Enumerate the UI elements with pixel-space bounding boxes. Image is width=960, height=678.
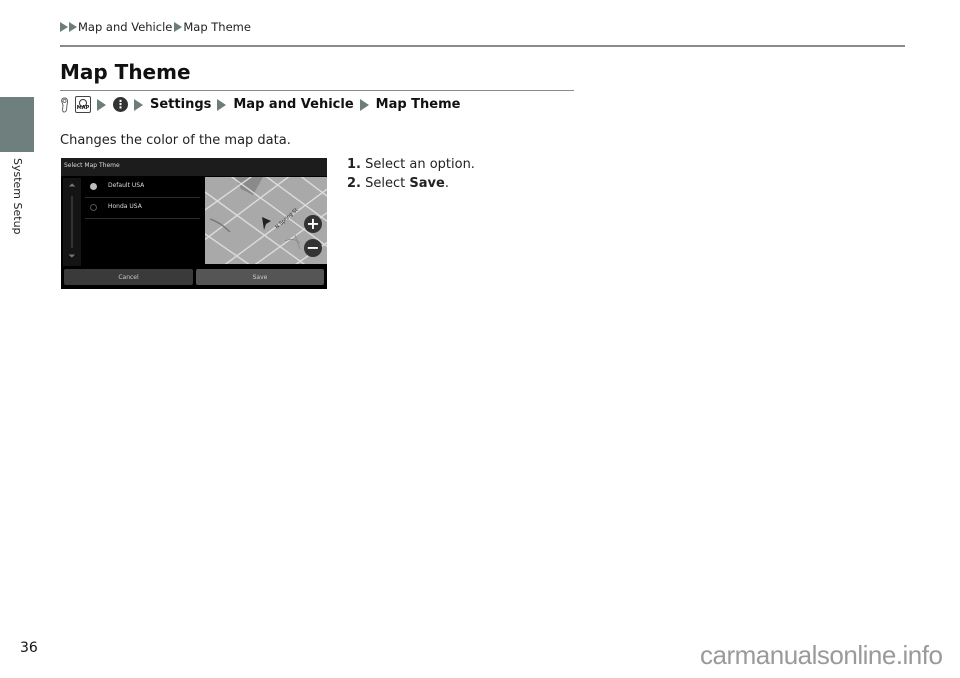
path-step: Settings xyxy=(150,97,212,112)
instruction-step: 2. Select Save. xyxy=(347,176,449,191)
path-arrow-icon xyxy=(97,98,106,111)
title-divider xyxy=(60,90,574,91)
description: Changes the color of the map data. xyxy=(60,133,291,148)
radio-selected-icon[interactable] xyxy=(90,183,97,190)
path-arrow-icon xyxy=(359,98,369,111)
cancel-button[interactable]: Cancel xyxy=(64,269,193,285)
path-arrow-icon xyxy=(217,98,227,111)
watermark: carmanualsonline.info xyxy=(700,640,943,670)
radio-unselected-icon[interactable] xyxy=(90,204,97,211)
breadcrumb-item[interactable]: Map and Vehicle xyxy=(78,20,172,34)
instruction-step: 1. Select an option. xyxy=(347,157,475,172)
section-tab xyxy=(0,97,34,152)
scroll-down-icon[interactable]: ⏷ xyxy=(67,252,77,262)
breadcrumb-arrow-icon xyxy=(60,22,68,32)
navigation-path: MAP ⋮ Settings Map and Vehicle Map Theme xyxy=(60,96,460,113)
zoom-out-button[interactable]: − xyxy=(304,239,322,257)
map-button-icon: MAP xyxy=(75,96,91,113)
save-button[interactable]: Save xyxy=(196,269,324,285)
vehicle-position-icon xyxy=(262,217,271,230)
section-label: System Setup xyxy=(11,158,24,235)
instructions: 1. Select an option. 2. Select Save. xyxy=(347,155,475,193)
option-default-usa[interactable]: Default USA xyxy=(85,177,200,198)
scroll-up-icon[interactable]: ⏶ xyxy=(67,181,77,191)
screen-screenshot: Select Map Theme ⏶ ⏷ Default USA Honda U… xyxy=(61,158,327,289)
page-number: 36 xyxy=(20,640,38,656)
breadcrumb-arrow-icon xyxy=(174,22,183,32)
screen-title: Select Map Theme xyxy=(64,162,120,169)
menu-icon: ⋮ xyxy=(113,97,128,112)
zoom-in-button[interactable]: + xyxy=(304,215,322,233)
path-step: Map and Vehicle xyxy=(233,97,354,112)
breadcrumb-item[interactable]: Map Theme xyxy=(183,20,251,34)
voice-command-icon xyxy=(61,97,69,112)
breadcrumb-arrow-icon xyxy=(69,22,77,32)
option-honda-usa[interactable]: Honda USA xyxy=(85,198,200,219)
header-divider xyxy=(60,45,905,47)
page-title: Map Theme xyxy=(60,60,191,84)
path-arrow-icon xyxy=(134,98,143,111)
breadcrumb: Map and Vehicle Map Theme xyxy=(60,20,251,34)
scrollbar[interactable]: ⏶ ⏷ xyxy=(63,178,81,266)
path-step: Map Theme xyxy=(375,97,461,112)
scroll-track[interactable] xyxy=(71,196,73,248)
map-preview: N Spring St + − xyxy=(205,177,327,264)
